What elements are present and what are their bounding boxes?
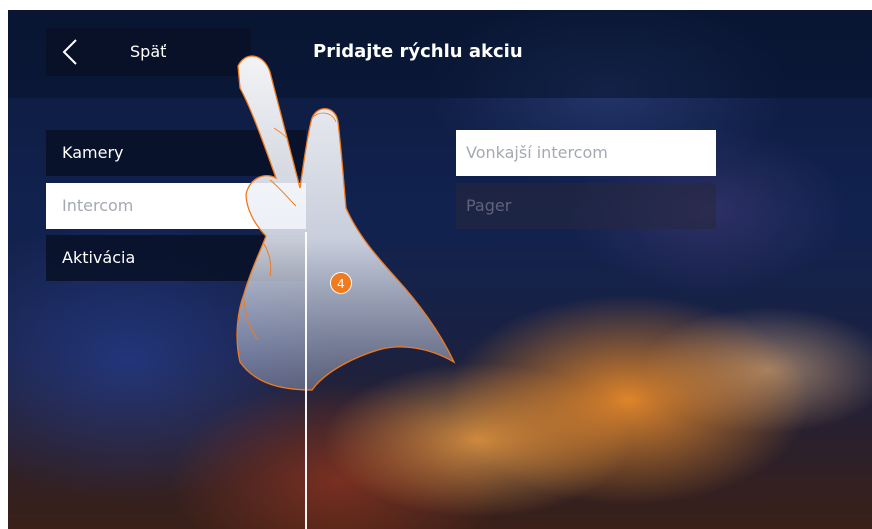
step-badge: 4	[330, 272, 352, 294]
indicator-line	[305, 232, 307, 529]
app-frame: Späť Pridajte rýchlu akciu Kamery Interc…	[0, 0, 872, 529]
touch-screen: Späť Pridajte rýchlu akciu Kamery Interc…	[8, 10, 872, 529]
hand-pointer-icon	[236, 55, 456, 391]
